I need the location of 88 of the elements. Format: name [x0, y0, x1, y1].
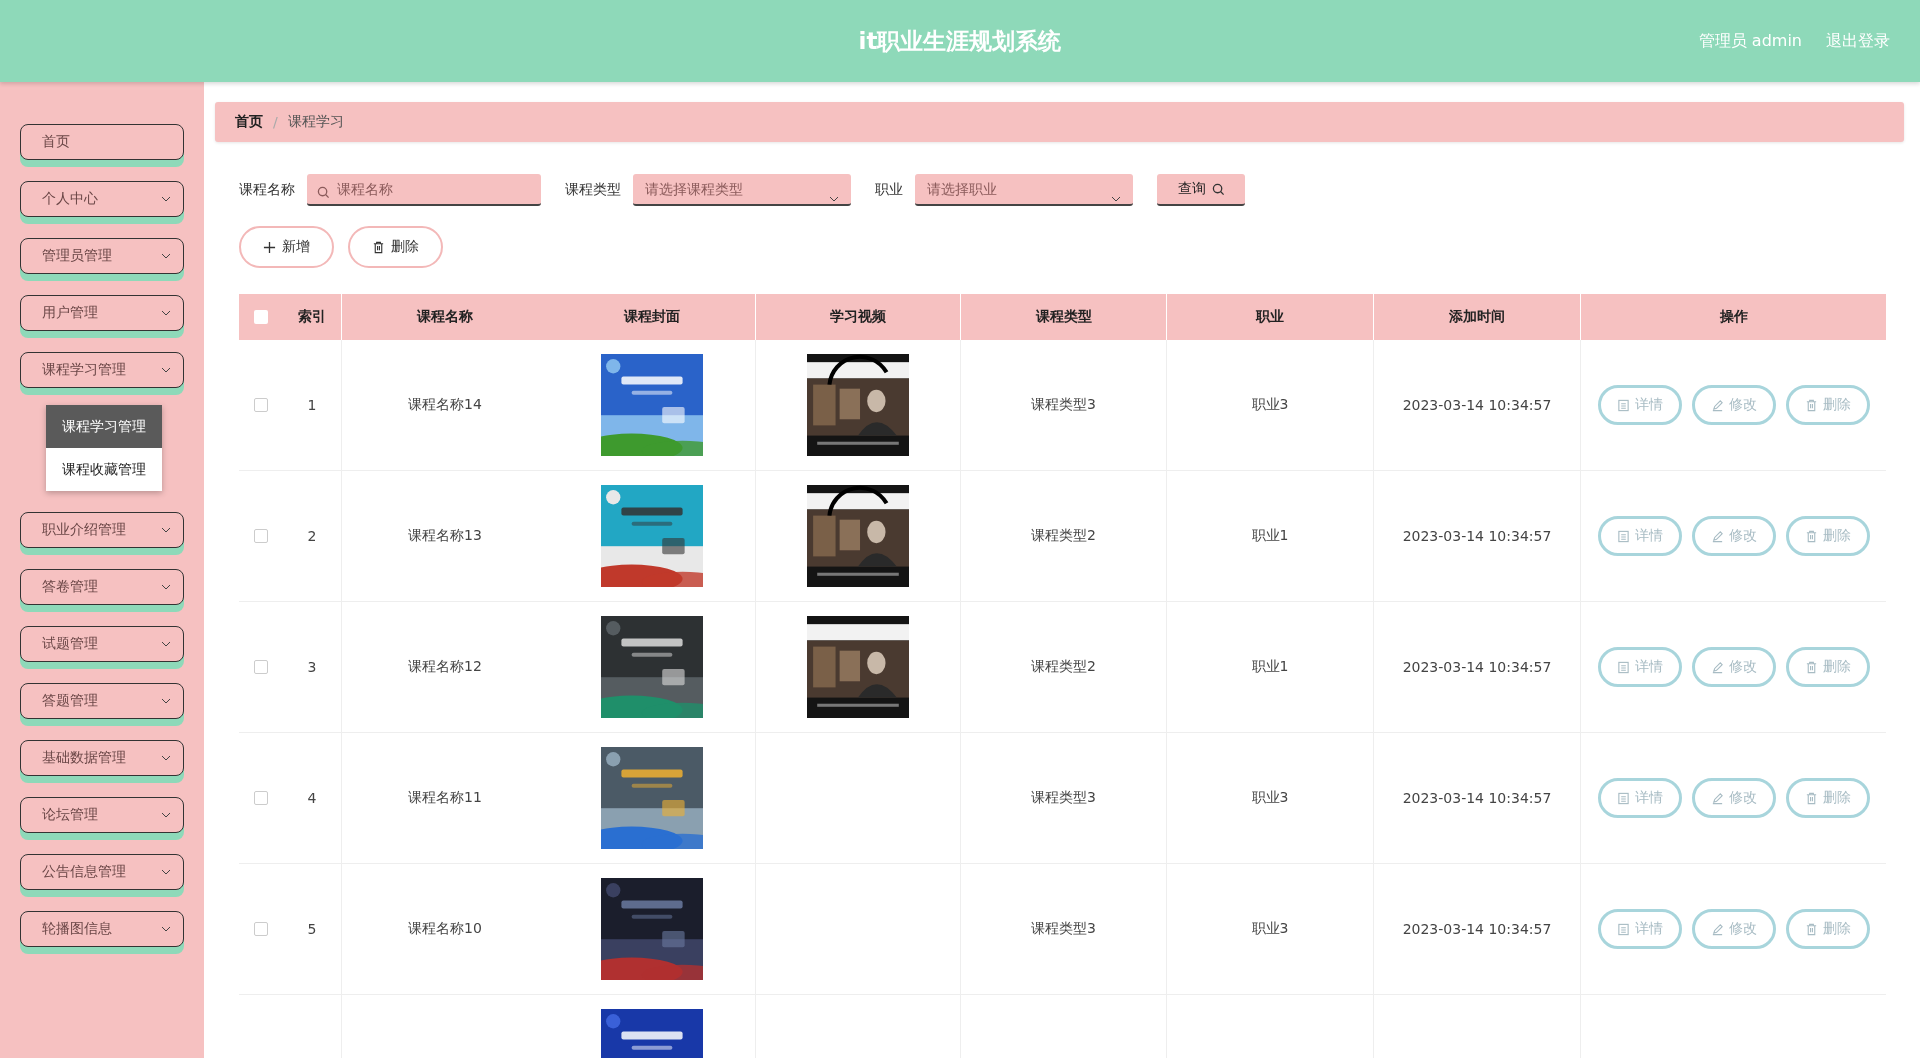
chevron-down-icon: [1111, 196, 1121, 202]
add-button[interactable]: 新增: [239, 226, 334, 268]
checkbox[interactable]: [254, 922, 268, 936]
table-cell: 2: [307, 528, 317, 544]
search-icon: [1211, 182, 1225, 196]
select-field[interactable]: 请选择课程类型: [633, 174, 851, 206]
checkbox[interactable]: [254, 660, 268, 674]
user-name: 管理员 admin: [1698, 30, 1802, 52]
table-cell: 课程类型3: [1031, 789, 1096, 807]
search-icon: [317, 186, 330, 199]
column-header: 学习视频: [830, 308, 886, 326]
table-cell: 职业3: [1251, 789, 1289, 807]
chevron-down-icon: [161, 641, 171, 647]
chevron-down-icon: [161, 698, 171, 704]
table-cell: 课程名称13: [408, 527, 482, 545]
pencil-icon: [1710, 529, 1724, 543]
table-cell: 职业3: [1251, 396, 1289, 414]
chevron-down-icon: [161, 755, 171, 761]
field-label: 课程类型: [565, 181, 621, 199]
field-label: 职业: [875, 181, 903, 199]
column-header: 职业: [1256, 308, 1284, 326]
submenu-item[interactable]: 课程学习管理: [46, 405, 162, 448]
chevron-down-icon: [161, 253, 171, 259]
document-icon: [1616, 398, 1630, 412]
pencil-icon: [1710, 791, 1724, 805]
table-cell: 课程名称11: [408, 789, 482, 807]
checkbox[interactable]: [254, 791, 268, 805]
trash-icon: [372, 240, 385, 254]
table-cell: 3: [307, 659, 317, 675]
table-cell: 2023-03-14 10:34:57: [1402, 397, 1552, 413]
table-cell: 课程名称10: [408, 920, 482, 938]
pencil-icon: [1710, 398, 1724, 412]
table-cell: 职业3: [1251, 920, 1289, 938]
checkbox[interactable]: [254, 529, 268, 543]
breadcrumb-item[interactable]: 首页: [235, 113, 263, 131]
document-icon: [1616, 922, 1630, 936]
column-header: 添加时间: [1449, 308, 1505, 326]
trash-icon: [1804, 791, 1818, 805]
breadcrumb-item: 课程学习: [287, 113, 344, 131]
document-icon: [1616, 529, 1630, 543]
trash-icon: [1804, 529, 1818, 543]
column-header: 索引: [298, 308, 326, 326]
column-header: 操作: [1719, 308, 1748, 326]
chevron-down-icon: [161, 196, 171, 202]
table-cell: 1: [307, 397, 317, 413]
plus-icon: [263, 240, 276, 254]
checkbox[interactable]: [254, 310, 268, 324]
table-cell: 职业1: [1251, 527, 1289, 545]
pencil-icon: [1710, 922, 1724, 936]
column-header: 课程名称: [417, 308, 473, 326]
trash-icon: [1804, 922, 1818, 936]
table-cell: 课程类型2: [1031, 527, 1096, 545]
chevron-down-icon: [161, 869, 171, 875]
table-cell: 2023-03-14 10:34:57: [1402, 921, 1552, 937]
app-title: it职业生涯规划系统: [858, 26, 1062, 56]
chevron-down-icon: [161, 367, 171, 373]
table-cell: 课程类型3: [1031, 920, 1096, 938]
table-cell: 4: [307, 790, 317, 806]
table-cell: 课程名称12: [408, 658, 482, 676]
search-field[interactable]: 课程名称: [307, 174, 541, 206]
table-cell: 2023-03-14 10:34:57: [1402, 659, 1552, 675]
table-cell: 课程名称14: [408, 396, 482, 414]
table-cell: 职业1: [1251, 658, 1289, 676]
table-cell: 2023-03-14 10:34:57: [1402, 790, 1552, 806]
chevron-down-icon: [161, 812, 171, 818]
document-icon: [1616, 660, 1630, 674]
delete-button[interactable]: 删除: [348, 226, 443, 268]
column-header: 课程类型: [1035, 308, 1092, 326]
trash-icon: [1804, 660, 1818, 674]
table-cell: 课程类型3: [1031, 396, 1096, 414]
chevron-down-icon: [161, 310, 171, 316]
table-cell: 2023-03-14 10:34:57: [1402, 528, 1552, 544]
chevron-down-icon: [161, 584, 171, 590]
pencil-icon: [1710, 660, 1724, 674]
table-cell: 5: [307, 921, 317, 937]
field-label: 课程名称: [239, 181, 295, 199]
submenu-item[interactable]: 课程收藏管理: [46, 448, 162, 491]
document-icon: [1616, 791, 1630, 805]
chevron-down-icon: [161, 527, 171, 533]
chevron-down-icon: [829, 196, 839, 202]
select-field[interactable]: 请选择职业: [915, 174, 1133, 206]
trash-icon: [1804, 398, 1818, 412]
search-button[interactable]: 查询: [1157, 174, 1245, 206]
breadcrumb-separator: /: [273, 114, 278, 130]
table-cell: 课程类型2: [1031, 658, 1096, 676]
chevron-down-icon: [161, 926, 171, 932]
column-header: 课程封面: [623, 308, 680, 326]
checkbox[interactable]: [254, 398, 268, 412]
